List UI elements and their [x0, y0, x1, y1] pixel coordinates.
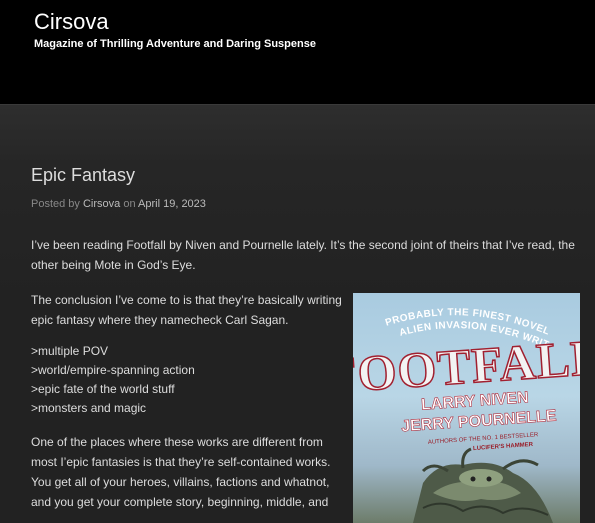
alien-creature-art: [413, 447, 553, 523]
cover-title: FOOTFALL: [353, 328, 580, 403]
author-link[interactable]: Cirsova: [83, 198, 120, 210]
book-cover-image: PROBABLY THE FINEST NOVEL OF ALIEN INVAS…: [353, 293, 580, 523]
post-content: Epic Fantasy Posted by Cirsova on April …: [0, 105, 595, 523]
site-title-link[interactable]: Cirsova: [34, 9, 109, 35]
list-item: >monsters and magic: [31, 401, 147, 415]
post-meta: Posted by Cirsova on April 19, 2023: [31, 198, 206, 210]
list-item: >multiple POV: [31, 344, 109, 358]
meta-prefix: Posted by: [31, 198, 83, 210]
meta-mid: on: [120, 198, 139, 210]
paragraph-2: The conclusion I’ve come to is that they…: [31, 293, 342, 327]
date-link[interactable]: April 19, 2023: [138, 198, 206, 210]
site-tagline: Magazine of Thrilling Adventure and Dari…: [34, 38, 316, 50]
feature-list: >multiple POV >world/empire-spanning act…: [31, 342, 346, 418]
cover-art: PROBABLY THE FINEST NOVEL OF ALIEN INVAS…: [353, 293, 580, 523]
paragraph-3: One of the places where these works are …: [31, 435, 331, 509]
list-item: >epic fate of the world stuff: [31, 382, 175, 396]
list-item: >world/empire-spanning action: [31, 363, 195, 377]
paragraph-1: I’ve been reading Footfall by Niven and …: [31, 238, 575, 272]
cover-credit-2: LUCIFER'S HAMMER: [473, 442, 534, 452]
site-header: Cirsova Magazine of Thrilling Adventure …: [0, 0, 595, 105]
post-title[interactable]: Epic Fantasy: [31, 165, 135, 186]
